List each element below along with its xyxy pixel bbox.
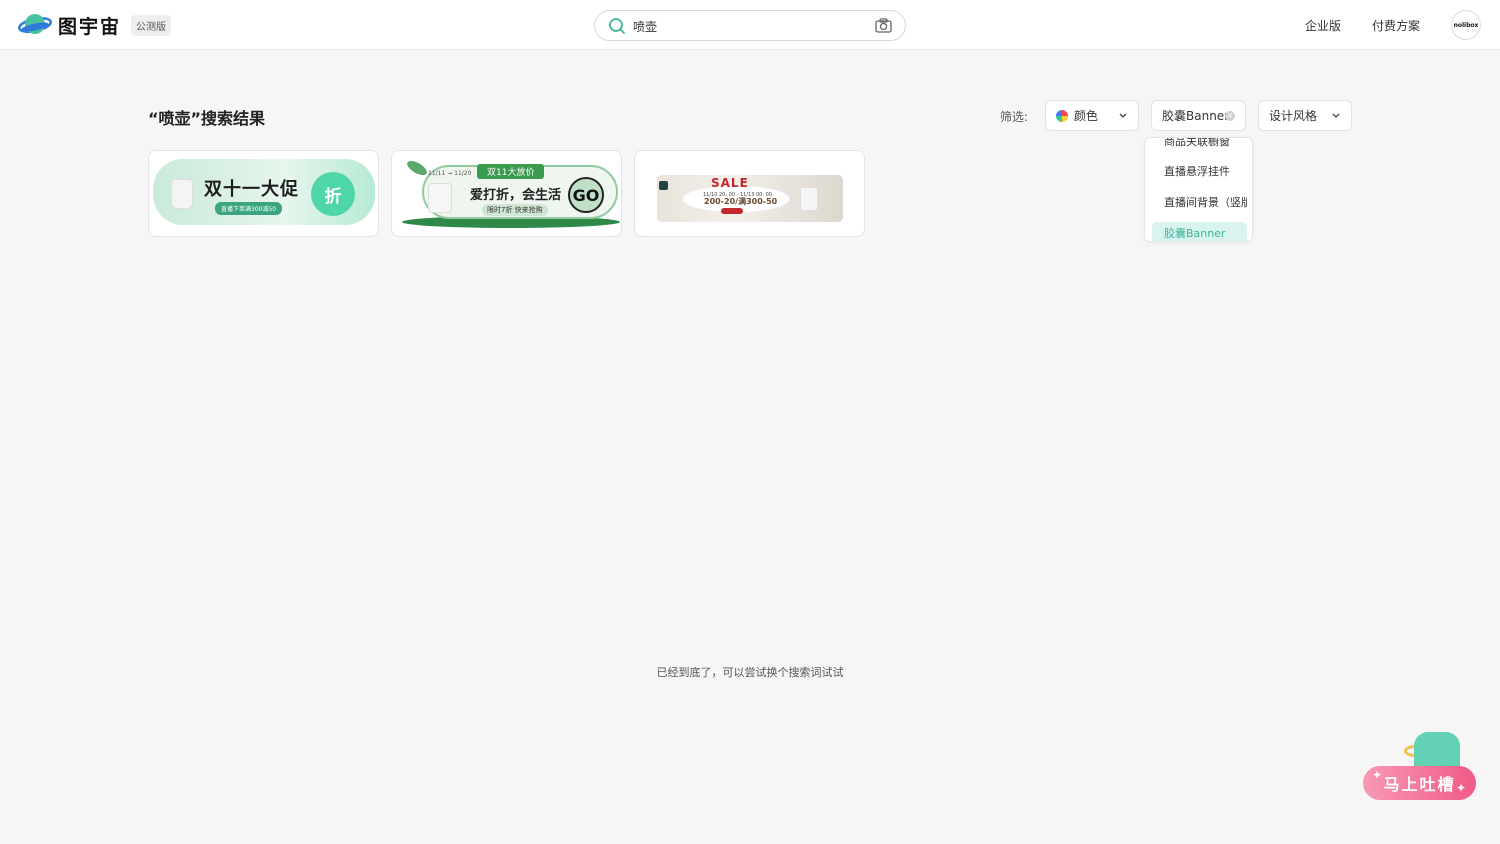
logo[interactable]: 图宇宙 公测版 xyxy=(18,11,172,39)
category-dropdown-menu: 商品关联橱窗 直播悬浮挂件 直播间背景（竖版 胶囊Banner xyxy=(1144,137,1253,242)
dropdown-item-selected[interactable]: 胶囊Banner xyxy=(1152,222,1247,241)
brand-logo-icon xyxy=(659,181,668,190)
watering-can-image xyxy=(800,187,818,211)
search-icon xyxy=(609,18,625,34)
sparkle-icon: ✦ xyxy=(1456,781,1467,795)
sale-title: SALE xyxy=(711,176,749,190)
color-filter-label: 颜色 xyxy=(1074,109,1099,123)
top-header: 图宇宙 公测版 企业版 付费方案 nolibox xyxy=(0,0,1500,50)
go-badge: GO xyxy=(568,177,604,213)
sale-button xyxy=(721,208,743,214)
banner-title: 爱打折，会生活 xyxy=(470,188,562,203)
sale-price: 200-20/满300-50 xyxy=(704,197,778,206)
color-wheel-icon xyxy=(1056,109,1068,122)
banner-title: 双十一大促 xyxy=(204,179,299,200)
camera-icon[interactable] xyxy=(875,18,892,33)
banner-subtitle: 直播下单满300减50 xyxy=(215,202,283,215)
nav-enterprise-link[interactable]: 企业版 xyxy=(1305,17,1341,34)
clear-filter-icon[interactable]: × xyxy=(1225,111,1235,121)
result-card[interactable]: 双11大放价 11/11 → 11/20 爱打折，会生活 限时7折 快来抢购 G… xyxy=(391,150,622,237)
chevron-down-icon xyxy=(1332,113,1340,118)
chevron-down-icon xyxy=(1119,113,1127,118)
logo-text: 图宇宙 xyxy=(58,15,122,38)
sparkle-icon: ✦ xyxy=(1372,768,1383,782)
style-filter-label: 设计风格 xyxy=(1269,109,1318,123)
category-filter-label: 胶囊Banner xyxy=(1162,109,1230,123)
dropdown-item[interactable]: 商品关联橱窗 xyxy=(1152,138,1247,154)
watering-can-image xyxy=(428,183,452,213)
search-input[interactable] xyxy=(633,17,863,35)
leaf-decoration xyxy=(404,158,430,178)
search-bar[interactable] xyxy=(594,10,906,41)
banner-date: 11/11 → 11/20 xyxy=(428,170,472,177)
dropdown-item[interactable]: 直播悬浮挂件 xyxy=(1152,160,1247,184)
nav-pricing-link[interactable]: 付费方案 xyxy=(1372,17,1420,34)
beta-badge: 公测版 xyxy=(131,14,172,36)
banner-tag: 双11大放价 xyxy=(477,164,545,179)
result-card[interactable]: 双十一大促 直播下单满300减50 折 xyxy=(148,150,379,237)
filter-label: 筛选: xyxy=(1000,110,1029,124)
dropdown-item[interactable]: 直播间背景（竖版 xyxy=(1152,191,1247,215)
color-filter-dropdown[interactable]: 颜色 xyxy=(1045,100,1139,131)
user-avatar[interactable]: nolibox xyxy=(1451,10,1481,40)
watering-can-image xyxy=(171,179,193,209)
category-filter-dropdown[interactable]: 胶囊Banner × xyxy=(1151,100,1246,131)
planet-logo-icon xyxy=(18,14,52,34)
results-title: “喷壶”搜索结果 xyxy=(148,109,266,128)
style-filter-dropdown[interactable]: 设计风格 xyxy=(1258,100,1352,131)
discount-badge: 折 xyxy=(311,172,355,216)
banner-subtitle: 限时7折 快来抢购 xyxy=(482,204,548,216)
end-of-results-text: 已经到底了，可以尝试换个搜索词试试 xyxy=(656,666,844,679)
result-card[interactable]: SALE 11/10 20: 00 - 11/13 00: 00 200-20/… xyxy=(634,150,865,237)
feedback-button-label: 马上吐槽 xyxy=(1383,775,1456,794)
